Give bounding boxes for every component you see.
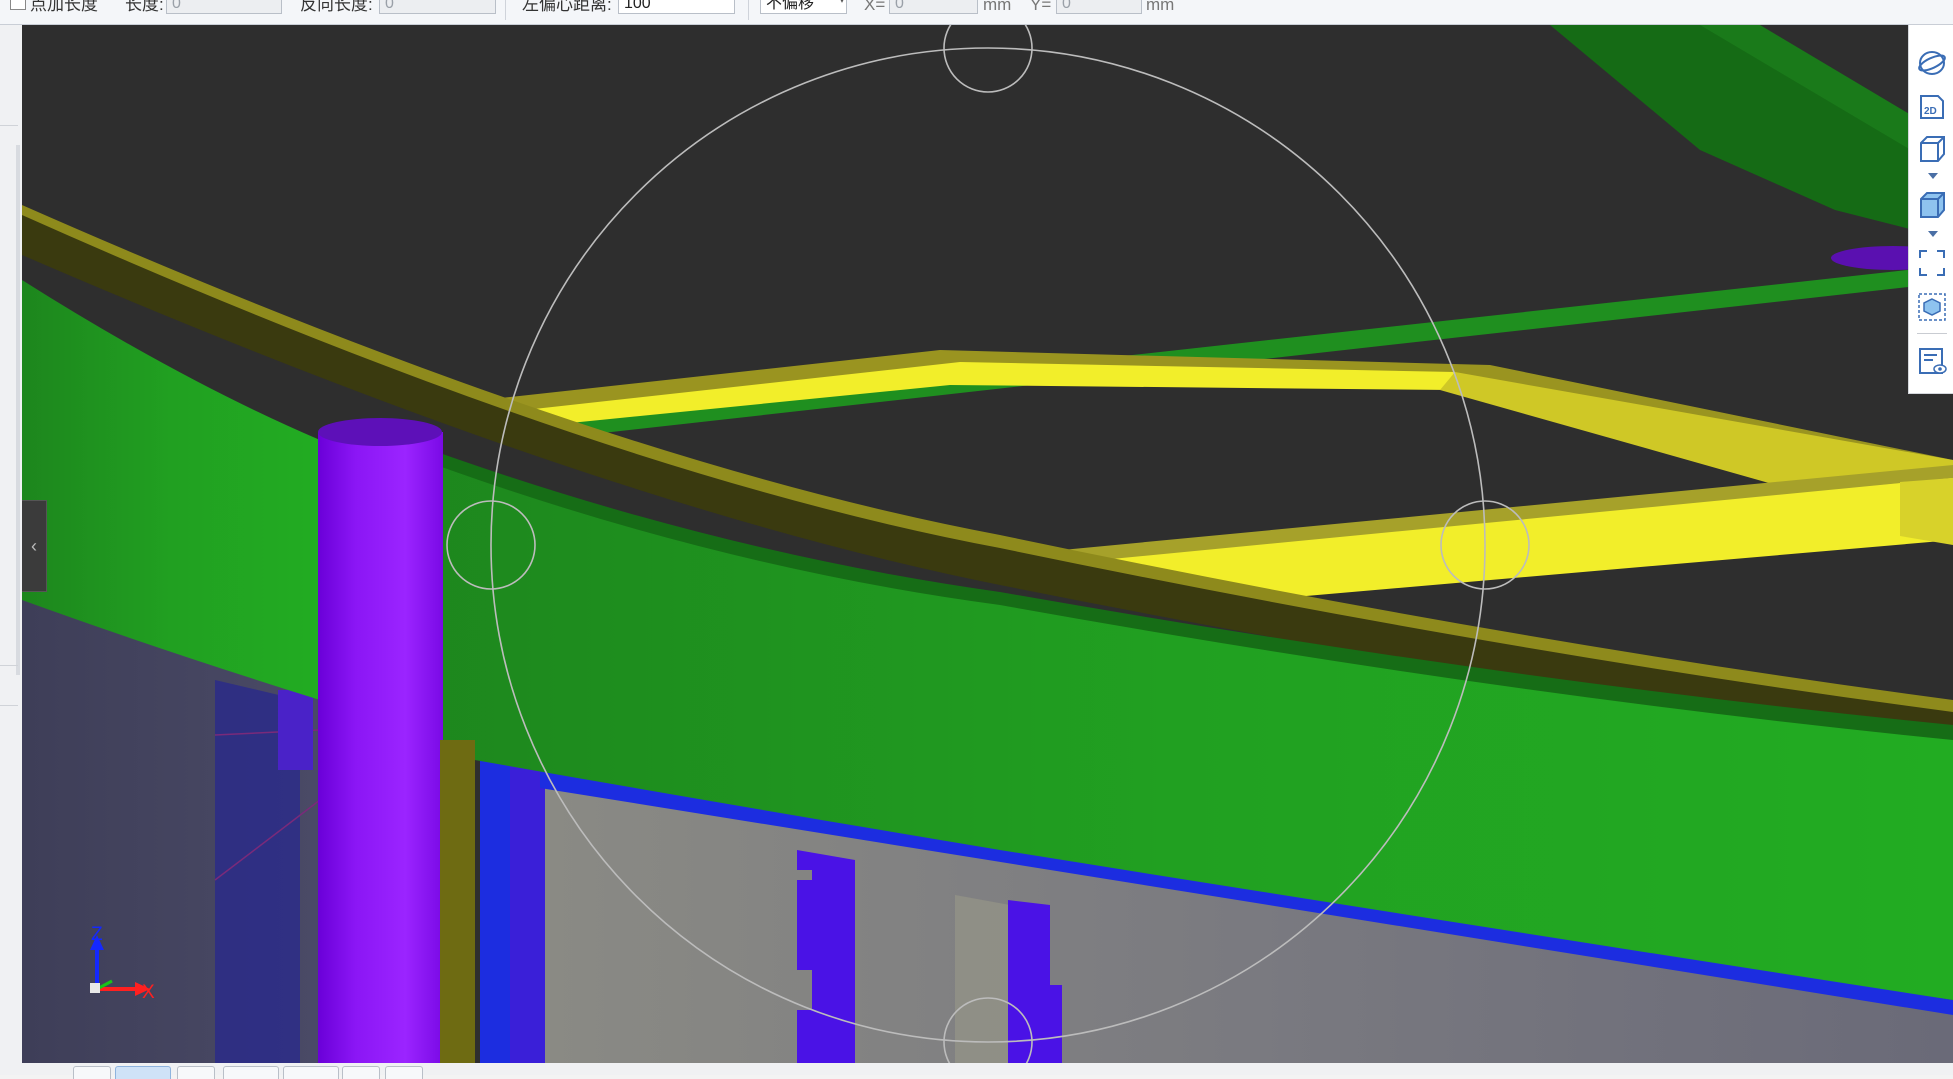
offset-mode-select[interactable]: 不偏移 ▾ (760, 0, 847, 14)
purple-column[interactable] (318, 432, 443, 1063)
chevron-down-icon[interactable] (1928, 173, 1938, 179)
purple-stud[interactable] (278, 690, 313, 770)
display-settings-icon (1918, 348, 1947, 374)
collapse-panel-handle[interactable]: ‹ (22, 500, 47, 592)
add-length-checkbox[interactable] (10, 0, 26, 10)
left-offset-input[interactable]: 100 (618, 0, 735, 14)
solid-box-view-icon (1919, 192, 1945, 218)
fit-view-button[interactable] (1909, 243, 1953, 283)
orbit-button[interactable] (1909, 43, 1953, 83)
bottom-tab-button[interactable] (385, 1066, 423, 1079)
x-label: X= (864, 0, 886, 14)
left-offset-label: 左偏心距离: (522, 0, 612, 14)
column-olive-side[interactable] (440, 740, 475, 1063)
toolbar-divider (748, 0, 749, 20)
bottom-tab-button[interactable] (73, 1066, 111, 1079)
dynamic-observe-icon (1917, 293, 1946, 321)
axis-x-label: X (142, 982, 155, 1003)
y-unit: mm (1146, 0, 1175, 14)
yellow-beam-end[interactable] (1900, 478, 1953, 545)
panel-divider (0, 125, 18, 126)
top-toolbar: 点加长度 长度: 0 反向长度: 0 左偏心距离: 100 不偏移 ▾ X= 0… (0, 0, 1953, 25)
panel-divider (0, 705, 18, 706)
back-green-beam[interactable] (540, 265, 1953, 440)
display-settings-button[interactable] (1909, 341, 1953, 381)
orbit-icon (1917, 51, 1946, 75)
purple-column-top[interactable] (318, 418, 442, 446)
model-viewport-3d[interactable]: Z X (22, 25, 1953, 1063)
3d-scene: Z X (22, 25, 1953, 1063)
bottom-tab-button[interactable] (342, 1066, 380, 1079)
svg-text:2D: 2D (1924, 106, 1937, 117)
reverse-length-label: 反向长度: (300, 0, 373, 14)
length-label: 长度: (125, 0, 164, 14)
x-input[interactable]: 0 (889, 0, 978, 14)
add-length-label: 点加长度 (30, 0, 98, 14)
view-toolbar: 2D (1908, 25, 1953, 394)
2d-view-icon: 2D (1919, 95, 1944, 119)
blue-stud[interactable] (480, 760, 510, 1063)
toolbar-divider (505, 0, 506, 20)
3d-box-view-button[interactable] (1909, 129, 1953, 169)
bottom-tab-button[interactable] (223, 1066, 279, 1079)
panel-scroll-track (16, 145, 20, 675)
orbit-handle-top[interactable] (943, 25, 1033, 93)
3d-box-view-icon (1919, 136, 1945, 162)
reverse-length-input[interactable]: 0 (379, 0, 496, 14)
bottom-tab-button[interactable] (283, 1066, 339, 1079)
y-label: Y= (1030, 0, 1052, 14)
chevron-left-icon: ‹ (31, 536, 37, 556)
solid-box-view-button[interactable] (1909, 185, 1953, 225)
purple-bracket[interactable] (797, 850, 855, 1063)
axis-z-label: Z (91, 924, 103, 945)
y-input[interactable]: 0 (1056, 0, 1142, 14)
bottom-tab-button-active[interactable] (115, 1066, 171, 1079)
blue-stud-shade[interactable] (510, 760, 545, 1063)
fit-view-icon (1918, 250, 1945, 276)
length-input[interactable]: 0 (166, 0, 282, 14)
bottom-status-bar (0, 1063, 1953, 1079)
bottom-tab-button[interactable] (177, 1066, 215, 1079)
chevron-down-icon[interactable] (1928, 231, 1938, 237)
left-panel-strip (0, 25, 22, 1065)
toolbar-divider (1917, 333, 1947, 334)
lower-wall-panel[interactable] (955, 895, 1010, 1063)
2d-view-button[interactable]: 2D (1909, 87, 1953, 127)
x-unit: mm (983, 0, 1012, 14)
offset-mode-value: 不偏移 (766, 0, 815, 12)
dynamic-observe-button[interactable] (1909, 287, 1953, 327)
panel-divider (0, 665, 18, 666)
chevron-down-icon: ▾ (839, 0, 844, 5)
